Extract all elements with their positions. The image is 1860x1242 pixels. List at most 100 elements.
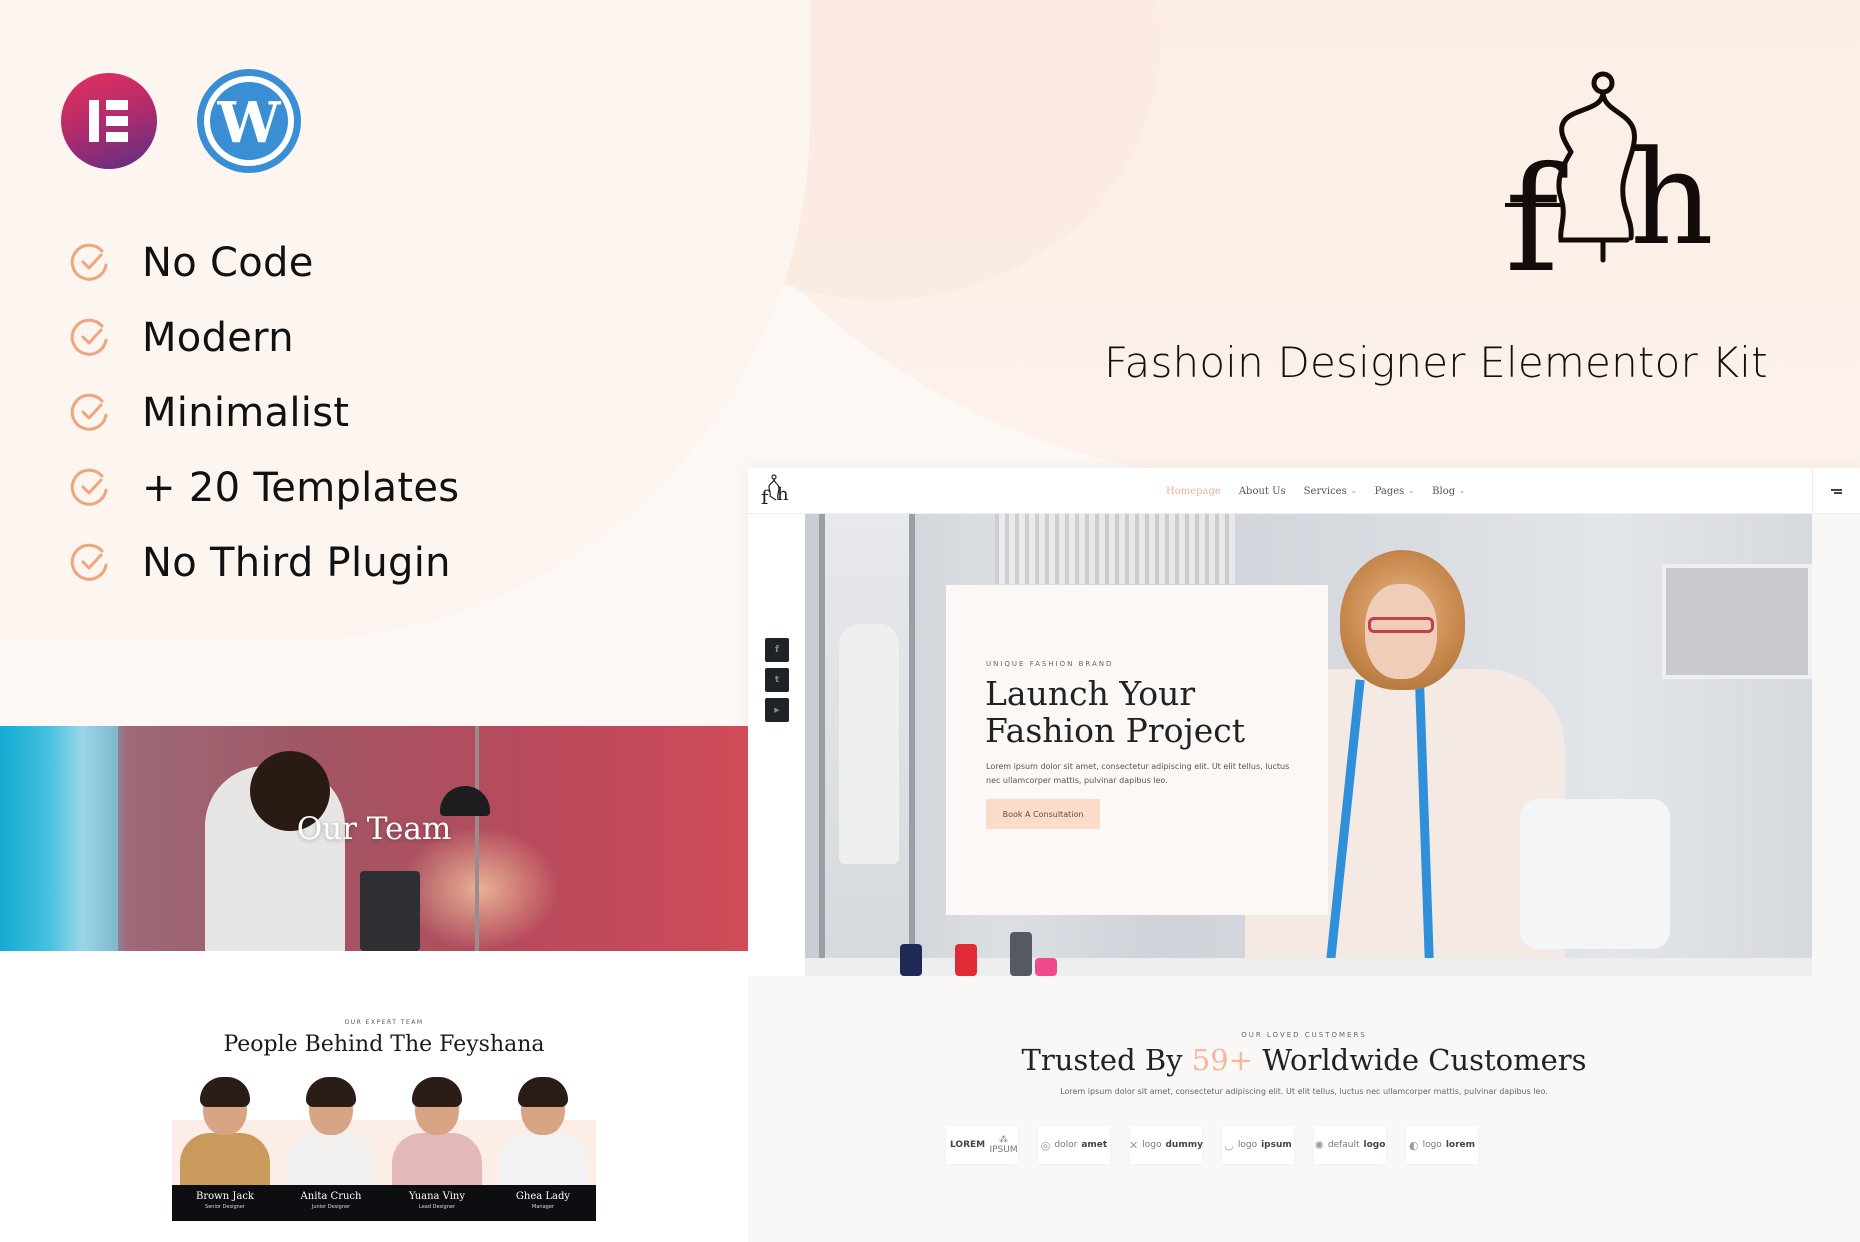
website-preview: f h Homepage About Us Services ⌄ Pages ⌄ Blog ⌄… [748, 468, 1860, 1242]
team-section: OUR EXPERT TEAM People Behind The Feysha… [0, 951, 748, 1242]
chevron-down-icon: ⌄ [1408, 487, 1415, 495]
nav-item-about-us[interactable]: About Us [1239, 486, 1286, 497]
team-eyebrow: OUR EXPERT TEAM [344, 1019, 424, 1026]
nav-item-pages[interactable]: Pages ⌄ [1375, 486, 1415, 497]
wordpress-glyph: W [217, 90, 281, 156]
logo-text-light: logo [1422, 1140, 1442, 1150]
wordpress-logo-icon: W [197, 69, 301, 173]
customer-logos: LOREM ⁂ IPSUM ◎ dolor amet ✕ logo dummy ◡ logo ips… [946, 1126, 1478, 1164]
nav-label: About Us [1238, 485, 1286, 497]
customer-logo: ◎ dolor amet [1038, 1126, 1110, 1164]
logo-text-light: dolor [1054, 1140, 1078, 1150]
logo-text-light: default [1327, 1140, 1360, 1150]
svg-text:f: f [1505, 136, 1568, 290]
customer-logo: ✕ logo dummy [1129, 1126, 1203, 1164]
member-name: Ghea Lady [515, 1191, 571, 1202]
logo-ipsum-icon: ◡ [1224, 1138, 1234, 1152]
check-circle-icon [68, 241, 112, 285]
member-role: Manager [532, 1204, 554, 1210]
feature-label: + 20 Templates [142, 464, 460, 511]
logo-text-light: logo [1237, 1140, 1258, 1150]
chevron-down-icon: ⌄ [1459, 487, 1466, 495]
nav-label: Pages [1374, 485, 1405, 497]
team-member: Brown Jack Senior Designer [172, 1185, 278, 1221]
logo-text-bold: lorem [1445, 1140, 1476, 1150]
logo-text-bold: ipsum [1261, 1140, 1292, 1150]
nav-item-blog[interactable]: Blog ⌄ [1432, 486, 1465, 497]
check-circle-icon [68, 316, 112, 360]
site-nav-links: Homepage About Us Services ⌄ Pages ⌄ Blog ⌄ [1166, 468, 1465, 514]
customers-description: Lorem ipsum dolor sit amet, consectetur … [1060, 1087, 1548, 1096]
our-team-title: Our Team [296, 811, 452, 847]
team-title: People Behind The Feyshana [223, 1032, 545, 1057]
feature-item: Modern [68, 300, 459, 375]
team-name-bar: Brown Jack Senior Designer Anita Cruch Juni… [172, 1185, 596, 1221]
book-consultation-button[interactable]: Book A Consultation [986, 799, 1100, 829]
logo-text-bold: dummy [1165, 1140, 1203, 1150]
hamburger-menu-icon[interactable] [1812, 468, 1860, 514]
feature-item: + 20 Templates [68, 450, 459, 525]
nav-item-homepage[interactable]: Homepage [1166, 486, 1221, 497]
team-member: Ghea Lady Manager [490, 1185, 596, 1221]
hero-title-line-1: Launch Your [985, 674, 1196, 713]
social-sidebar: f t ▶ [748, 514, 805, 976]
logo-text-bold: LOREM [950, 1140, 986, 1150]
member-role: Junior Designer [311, 1204, 351, 1210]
team-member: Anita Cruch Junior Designer [278, 1185, 384, 1221]
logo-lorem-icon: ◐ [1408, 1138, 1419, 1152]
hero-card: UNIQUE FASHION BRAND Launch Your Fashion… [946, 585, 1328, 915]
customer-logo: ✺ default logo [1314, 1126, 1386, 1164]
logo-dummy-icon: ✕ [1129, 1138, 1139, 1152]
logo-text-bold: logo [1363, 1140, 1386, 1150]
dolor-amet-icon: ◎ [1040, 1138, 1051, 1152]
member-role: Senior Designer [205, 1204, 245, 1210]
kit-subtitle: Fashoin Designer Elementor Kit [1104, 338, 1768, 387]
title-before: Trusted By [1021, 1043, 1183, 1077]
customer-logo: LOREM ⁂ IPSUM [946, 1126, 1018, 1164]
nav-item-services[interactable]: Services ⌄ [1304, 486, 1357, 497]
twitter-icon[interactable]: t [765, 668, 789, 692]
team-member: Yuana Viny Lead Designer [384, 1185, 490, 1221]
chevron-down-icon: ⌄ [1350, 487, 1357, 495]
feature-label: Modern [142, 314, 294, 361]
member-name: Yuana Viny [408, 1191, 466, 1202]
title-after: Worldwide Customers [1262, 1043, 1587, 1077]
logo-text-light: logo [1142, 1140, 1162, 1150]
logo-text-suffix: ⁂ IPSUM [989, 1135, 1018, 1155]
team-photos [172, 1075, 596, 1185]
customers-eyebrow: OUR LOVED CUSTOMERS [1241, 1031, 1367, 1039]
team-member-photo [172, 1075, 278, 1185]
member-role: Lead Designer [419, 1204, 455, 1210]
nav-label: Blog [1432, 485, 1456, 497]
feature-label: Minimalist [142, 389, 350, 436]
youtube-icon[interactable]: ▶ [765, 698, 789, 722]
check-circle-icon [68, 466, 112, 510]
member-name: Anita Cruch [300, 1191, 362, 1202]
our-team-banner: Our Team [0, 726, 748, 951]
feature-item: No Code [68, 225, 459, 300]
team-member-photo [490, 1075, 596, 1185]
check-circle-icon [68, 541, 112, 585]
check-circle-icon [68, 391, 112, 435]
nav-label: Homepage [1166, 485, 1221, 497]
team-member-photo [278, 1075, 384, 1185]
fashion-kit-logo-icon: f h [1505, 71, 1714, 290]
nav-label: Services [1303, 485, 1347, 497]
hero-title-line-2: Fashion Project [985, 711, 1246, 750]
feature-label: No Third Plugin [142, 539, 451, 586]
feature-label: No Code [142, 239, 314, 286]
logo-text-bold: amet [1081, 1140, 1108, 1150]
customer-count: 59+ [1191, 1043, 1253, 1077]
hero-description: Lorem ipsum dolor sit amet, consectetur … [986, 762, 1290, 785]
customers-section: OUR LOVED CUSTOMERS Trusted By 59+ World… [748, 976, 1860, 1242]
svg-text:h: h [1630, 122, 1714, 274]
site-navbar: f h Homepage About Us Services ⌄ Pages ⌄ Blog ⌄ [748, 468, 1860, 514]
site-logo-icon[interactable]: f h [760, 474, 792, 508]
member-name: Brown Jack [196, 1191, 254, 1202]
team-grid: Brown Jack Senior Designer Anita Cruch Juni… [172, 1075, 596, 1221]
hero-eyebrow: UNIQUE FASHION BRAND [986, 660, 1114, 668]
facebook-icon[interactable]: f [765, 638, 789, 662]
customer-logo: ◡ logo ipsum [1222, 1126, 1294, 1164]
default-logo-icon: ✺ [1314, 1138, 1324, 1152]
hero-title: Launch Your Fashion Project [985, 675, 1325, 749]
